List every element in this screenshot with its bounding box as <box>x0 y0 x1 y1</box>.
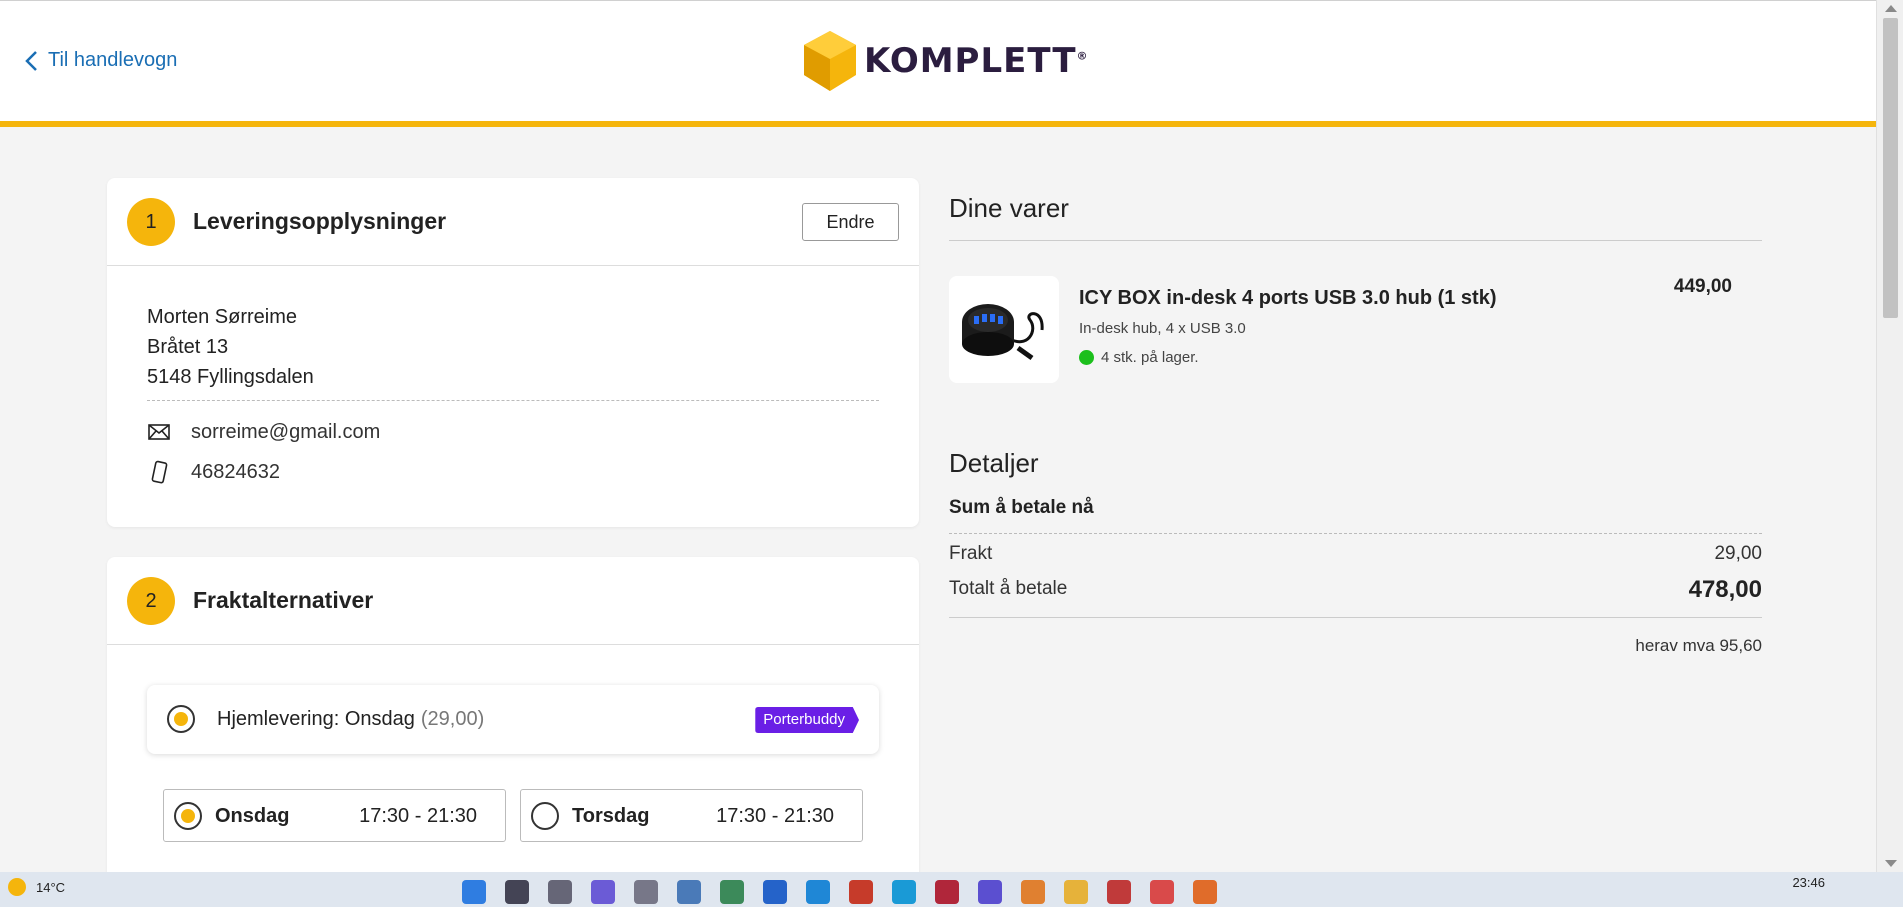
app-icon[interactable] <box>849 880 873 904</box>
logo-text: KOMPLETT® <box>864 41 1089 81</box>
komplett-logo[interactable]: KOMPLETT® <box>804 31 1089 91</box>
edit-button[interactable]: Endre <box>802 203 899 241</box>
home-delivery-radio[interactable] <box>167 705 195 733</box>
day-name: Onsdag <box>215 805 290 827</box>
settings-icon[interactable] <box>634 880 658 904</box>
back-to-cart-link[interactable]: Til handlevogn <box>24 49 177 72</box>
mobile-phone-icon <box>151 460 168 484</box>
day-option-wednesday[interactable]: Onsdag 17:30 - 21:30 <box>163 789 506 842</box>
scroll-thumb[interactable] <box>1883 18 1898 318</box>
details-title: Detaljer <box>949 448 1039 478</box>
address-block: Morten Sørreime Bråtet 13 5148 Fyllingsd… <box>147 302 314 392</box>
delivery-info-title: Leveringsopplysninger <box>193 208 447 234</box>
app-icon[interactable] <box>1107 880 1131 904</box>
porterbuddy-badge: Porterbuddy <box>755 707 859 733</box>
stock-text: 4 stk. på lager. <box>1101 349 1199 366</box>
sun-icon <box>8 878 26 896</box>
total-divider <box>949 617 1762 618</box>
stock-status: 4 stk. på lager. <box>1079 349 1199 366</box>
back-link-label: Til handlevogn <box>48 49 178 71</box>
app-icon[interactable] <box>935 880 959 904</box>
logo-mark-icon <box>804 31 856 91</box>
os-taskbar: 14°C 23:46 <box>0 872 1903 907</box>
sum-to-pay-label: Sum å betale nå <box>949 497 1094 518</box>
envelope-icon <box>148 424 170 440</box>
taskbar-apps <box>462 880 1217 904</box>
file-explorer-icon[interactable] <box>1064 880 1088 904</box>
teams-icon[interactable] <box>591 880 615 904</box>
scroll-down-arrow-icon[interactable] <box>1885 860 1897 867</box>
app-icon[interactable] <box>1193 880 1217 904</box>
app-icon[interactable] <box>1021 880 1045 904</box>
customer-name: Morten Sørreime <box>147 306 298 328</box>
vat-text: herav mva 95,60 <box>1635 636 1762 655</box>
app-icon[interactable] <box>720 880 744 904</box>
day-radio[interactable] <box>174 802 202 830</box>
app-icon[interactable] <box>978 880 1002 904</box>
cart-divider <box>949 240 1762 241</box>
step-number: 2 <box>127 577 175 625</box>
product-description: In-desk hub, 4 x USB 3.0 <box>1079 320 1246 337</box>
details-divider <box>949 533 1762 534</box>
product-name[interactable]: ICY BOX in-desk 4 ports USB 3.0 hub (1 s… <box>1079 287 1497 310</box>
postal-address: 5148 Fyllingsdalen <box>147 366 314 388</box>
product-price: 449,00 <box>1673 276 1732 297</box>
shipping-cost-value: 29,00 <box>1714 543 1762 564</box>
home-delivery-option[interactable]: Hjemlevering: Onsdag (29,00) Porterbuddy <box>147 685 879 754</box>
day-radio[interactable] <box>531 802 559 830</box>
day-option-thursday[interactable]: Torsdag 17:30 - 21:30 <box>520 789 863 842</box>
in-stock-dot-icon <box>1079 350 1094 365</box>
day-time: 17:30 - 21:30 <box>716 805 834 827</box>
top-header: Til handlevogn KOMPLETT® <box>0 0 1876 127</box>
address-divider <box>147 400 879 401</box>
task-view-icon[interactable] <box>548 880 572 904</box>
shipping-title: Fraktalternativer <box>193 587 374 613</box>
phone-row: 46824632 <box>147 460 280 484</box>
day-name: Torsdag <box>572 805 650 827</box>
total-value: 478,00 <box>1688 576 1762 603</box>
app-icon[interactable] <box>892 880 916 904</box>
outlook-icon[interactable] <box>763 880 787 904</box>
page-scrollbar[interactable] <box>1876 0 1903 872</box>
weather-widget[interactable]: 14°C <box>8 878 65 896</box>
email-row: sorreime@gmail.com <box>147 420 380 444</box>
shipping-cost-label: Frakt <box>949 543 993 564</box>
step-number: 1 <box>127 198 175 246</box>
vscode-icon[interactable] <box>806 880 830 904</box>
search-icon[interactable] <box>505 880 529 904</box>
delivery-info-card: 1 Leveringsopplysninger Endre Morten Sør… <box>107 178 919 527</box>
street-address: Bråtet 13 <box>147 336 229 358</box>
cart-title: Dine varer <box>949 193 1069 223</box>
start-menu-icon[interactable] <box>462 880 486 904</box>
temperature: 14°C <box>36 879 66 895</box>
total-label: Totalt å betale <box>949 578 1068 599</box>
usb-hub-product-icon <box>962 303 1044 360</box>
shipping-card: 2 Fraktalternativer Hjemlevering: Onsdag… <box>107 557 919 897</box>
browser-icon[interactable] <box>1150 880 1174 904</box>
home-delivery-label: Hjemlevering: Onsdag (29,00) <box>217 708 485 730</box>
clock[interactable]: 23:46 <box>1792 875 1825 890</box>
phone-value: 46824632 <box>191 460 280 483</box>
shipping-header: 2 Fraktalternativer <box>107 557 919 645</box>
product-image[interactable] <box>949 276 1059 383</box>
scroll-up-arrow-icon[interactable] <box>1885 5 1897 12</box>
day-time: 17:30 - 21:30 <box>359 805 477 827</box>
email-value: sorreime@gmail.com <box>191 420 381 443</box>
chevron-left-icon <box>25 50 37 71</box>
app-icon[interactable] <box>677 880 701 904</box>
delivery-info-header: 1 Leveringsopplysninger Endre <box>107 178 919 266</box>
